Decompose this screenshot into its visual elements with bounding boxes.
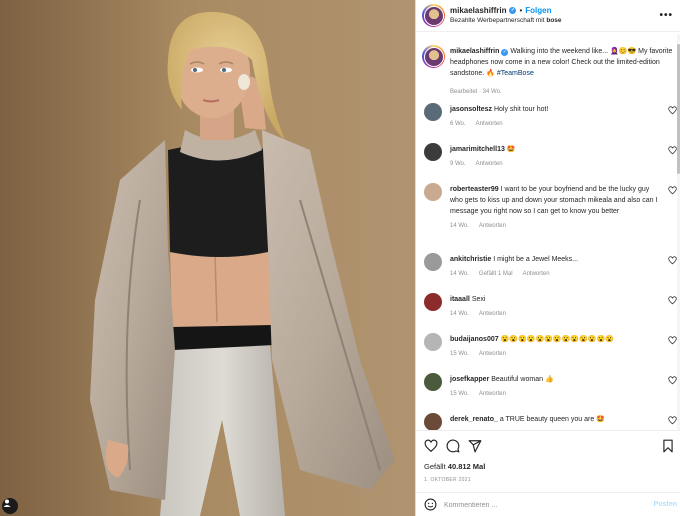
user-tag-icon[interactable]	[2, 498, 18, 514]
comment-meta: 14 Wo. Gefällt 1 Mal Antworten	[450, 271, 560, 277]
more-options-icon[interactable]: •••	[659, 10, 673, 21]
comments-list[interactable]: mikaelashiffrin ✓ Walking into the weeke…	[416, 34, 680, 430]
comment-meta: 9 Wo. Antworten	[450, 161, 513, 167]
comment-time: 14 Wo.	[450, 311, 469, 317]
reply-button[interactable]: Antworten	[479, 311, 506, 317]
author-avatar[interactable]	[422, 4, 445, 27]
commenter-username[interactable]: derek_renato_	[450, 416, 498, 423]
likes-prefix: Gefällt	[424, 462, 446, 471]
commenter-username[interactable]: itaaall	[450, 296, 470, 303]
commenter-avatar[interactable]	[424, 333, 442, 351]
follow-button[interactable]: Folgen	[525, 6, 551, 15]
post-detail-panel: mikaelashiffrin ✓ • Folgen Bezahlte Werb…	[415, 0, 680, 516]
post-date[interactable]: 1. OKTOBER 2021	[424, 477, 471, 483]
comment-like-heart-icon[interactable]	[668, 296, 677, 305]
comment-body: 🤩	[506, 146, 516, 153]
comment-body: Holy shit tour hot!	[493, 106, 549, 113]
comment-text-block: budaijanos007 😮😮😮😮😮😮😮😮😮😮😮😮😮	[450, 334, 660, 345]
comment-text-block: itaaall Sexi	[450, 294, 660, 305]
reply-button[interactable]: Antworten	[479, 391, 506, 397]
likes-count: 40.812 Mal	[447, 462, 486, 471]
verified-badge-icon: ✓	[509, 7, 517, 14]
commenter-avatar[interactable]	[424, 413, 442, 430]
comment-time: 6 Wo.	[450, 121, 466, 127]
reply-button[interactable]: Antworten	[479, 223, 506, 229]
post-comment-button[interactable]: Posten	[654, 501, 677, 508]
commenter-username[interactable]: budaijanos007	[450, 336, 499, 343]
sponsor-name[interactable]: bose	[546, 17, 561, 24]
add-comment-bar: Posten	[416, 492, 680, 516]
comment-body: a TRUE beauty queen you are 🤩	[499, 416, 605, 423]
comment-like-heart-icon[interactable]	[668, 146, 677, 155]
caption-avatar[interactable]	[422, 45, 445, 68]
verified-badge-icon: ✓	[501, 49, 509, 56]
comment-text-block: josefkapper Beautiful woman 👍	[450, 374, 660, 385]
comment-text-block: derek_renato_ a TRUE beauty queen you ar…	[450, 414, 660, 425]
photo-illustration	[0, 0, 415, 516]
comment-like-count[interactable]: Gefällt 1 Mal	[479, 271, 513, 277]
caption-meta: Bearbeitet · 34 Wo.	[450, 89, 502, 95]
comment-text-block: roberteaster99 I want to be your boyfrie…	[450, 184, 660, 217]
comment-like-heart-icon[interactable]	[668, 376, 677, 385]
reply-button[interactable]: Antworten	[479, 351, 506, 357]
comment-meta: 14 Wo. Antworten	[450, 311, 516, 317]
comment-time: 15 Wo.	[450, 391, 469, 397]
partnership-prefix: Bezahlte Werbepartnerschaft mit	[450, 17, 545, 24]
commenter-username[interactable]: ankitchristie	[450, 256, 491, 263]
comment-meta: 15 Wo. Antworten	[450, 351, 516, 357]
comment-time: 14 Wo.	[450, 223, 469, 229]
caption-text-block: mikaelashiffrin ✓ Walking into the weeke…	[450, 46, 678, 98]
comment-time: 9 Wo.	[450, 161, 466, 167]
post-photo[interactable]	[0, 0, 415, 516]
comment-input[interactable]	[444, 498, 634, 512]
comment-icon[interactable]	[446, 439, 460, 453]
comment-text-block: ankitchristie I might be a Jewel Meeks..…	[450, 254, 660, 265]
reply-button[interactable]: Antworten	[476, 161, 503, 167]
comment-meta: 15 Wo. Antworten	[450, 391, 516, 397]
comment-meta: 14 Wo. Antworten	[450, 223, 516, 229]
paid-partnership-label[interactable]: Bezahlte Werbepartnerschaft mit bose	[450, 17, 562, 24]
post-header: mikaelashiffrin ✓ • Folgen Bezahlte Werb…	[416, 0, 680, 32]
caption-username[interactable]: mikaelashiffrin	[450, 48, 499, 55]
commenter-username[interactable]: jamarimitchell13	[450, 146, 505, 153]
comment-text-block: jasonsoltesz Holy shit tour hot!	[450, 104, 660, 115]
comment-like-heart-icon[interactable]	[668, 256, 677, 265]
comment-like-heart-icon[interactable]	[668, 106, 677, 115]
post-actions: Gefällt 40.812 Mal 1. OKTOBER 2021 Poste…	[416, 430, 680, 516]
separator-dot: •	[519, 6, 523, 15]
hashtag-link[interactable]: #TeamBose	[497, 70, 534, 77]
heart-icon[interactable]	[424, 439, 438, 453]
comment-time: 15 Wo.	[450, 351, 469, 357]
commenter-avatar[interactable]	[424, 103, 442, 121]
comment-body: Sexi	[471, 296, 486, 303]
comment-like-heart-icon[interactable]	[668, 416, 677, 425]
author-username[interactable]: mikaelashiffrin	[450, 6, 506, 15]
comment-like-heart-icon[interactable]	[668, 186, 677, 195]
comment-body: Beautiful woman 👍	[491, 376, 554, 383]
commenter-avatar[interactable]	[424, 373, 442, 391]
commenter-avatar[interactable]	[424, 143, 442, 161]
header-user-line: mikaelashiffrin ✓ • Folgen	[450, 6, 552, 15]
commenter-avatar[interactable]	[424, 183, 442, 201]
commenter-username[interactable]: roberteaster99	[450, 186, 499, 193]
reply-button[interactable]: Antworten	[476, 121, 503, 127]
commenter-avatar[interactable]	[424, 293, 442, 311]
comment-body: 😮😮😮😮😮😮😮😮😮😮😮😮😮	[500, 336, 614, 343]
comment-meta: 6 Wo. Antworten	[450, 121, 513, 127]
like-count[interactable]: Gefällt 40.812 Mal	[424, 462, 485, 471]
share-icon[interactable]	[468, 439, 482, 453]
bookmark-icon[interactable]	[661, 439, 675, 453]
reply-button[interactable]: Antworten	[523, 271, 550, 277]
commenter-username[interactable]: josefkapper	[450, 376, 489, 383]
comment-time: 14 Wo.	[450, 271, 469, 277]
comment-like-heart-icon[interactable]	[668, 336, 677, 345]
emoji-icon[interactable]	[424, 498, 437, 511]
commenter-avatar[interactable]	[424, 253, 442, 271]
commenter-username[interactable]: jasonsoltesz	[450, 106, 492, 113]
person-glyph	[3, 499, 11, 507]
comment-text-block: jamarimitchell13 🤩	[450, 144, 660, 155]
comment-body: I might be a Jewel Meeks...	[493, 256, 579, 263]
